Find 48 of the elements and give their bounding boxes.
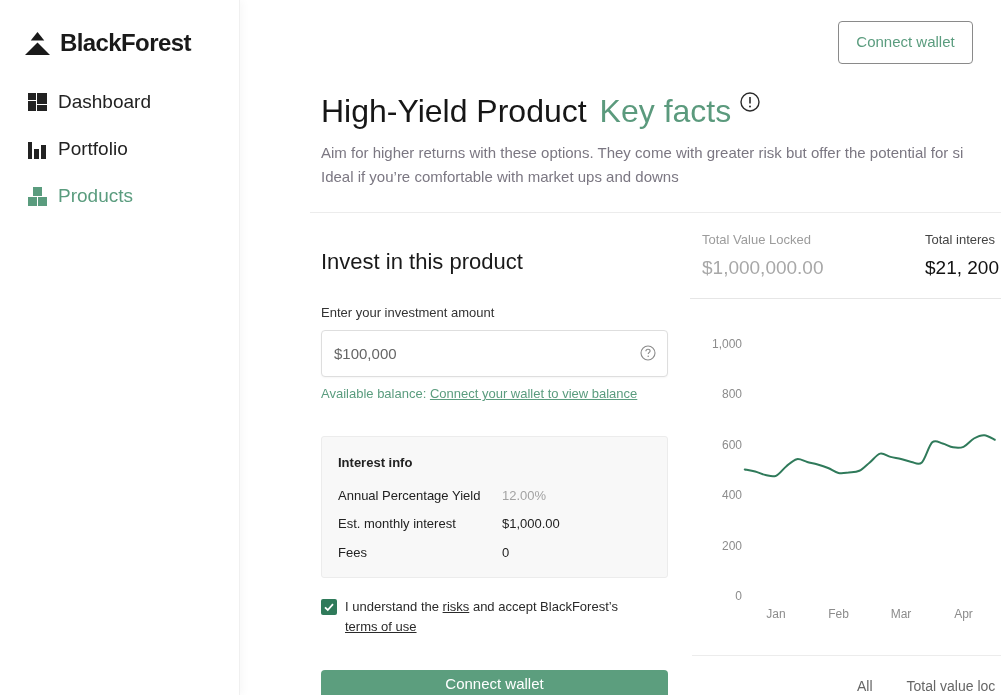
stat-value: $21, 200	[925, 256, 999, 280]
x-axis-label: Jan	[766, 607, 786, 621]
bar-chart-icon	[28, 140, 47, 159]
brand-name: BlackForest	[60, 30, 191, 56]
info-value: 0	[502, 543, 510, 562]
text-link[interactable]: risks	[442, 599, 470, 614]
sidebar-item[interactable]: Products	[25, 173, 133, 220]
description-text: Aim for higher returns with these options. They come with greater risk but offer the potential for si	[321, 143, 965, 163]
x-axis-label: Mar	[890, 607, 912, 621]
blocks-icon	[28, 187, 47, 206]
y-axis-label: 0	[735, 589, 742, 603]
agreement-text: I understand the risks and accept BlackForest’s terms of use	[345, 598, 619, 636]
chart-tab[interactable]: All	[857, 678, 873, 695]
panel-title: Interest info	[338, 454, 414, 472]
logo-icon	[25, 31, 50, 55]
stat-label: Total interes	[925, 232, 997, 248]
page-title: High-Yield Product	[321, 92, 587, 130]
balance-text: Available balance: Connect your wallet to view balance	[321, 386, 639, 402]
info-icon	[740, 92, 761, 112]
y-axis-label: 600	[721, 437, 742, 452]
y-axis-label: 1,000	[711, 337, 742, 351]
description-text: Ideal if you’re comfortable with market ups and downs	[321, 167, 680, 187]
x-axis-label: Feb	[828, 607, 849, 621]
x-axis-label: Apr	[954, 607, 973, 621]
sidebar-item[interactable]: Portfolio	[25, 126, 128, 173]
y-axis-label: 800	[721, 387, 742, 402]
y-axis-label: 400	[721, 488, 742, 503]
text-link[interactable]: terms of use	[345, 619, 417, 634]
checkbox[interactable]	[321, 599, 337, 615]
field-label: Enter your investment amount	[321, 305, 496, 321]
connect-wallet-button[interactable]: Connect wallet	[838, 21, 973, 64]
info-label: Est. monthly interest	[338, 515, 457, 533]
info-label: Fees	[338, 543, 368, 562]
grid-icon	[28, 93, 47, 112]
section-heading: Invest in this product	[321, 249, 524, 275]
title-accent: Key facts	[599, 92, 732, 130]
connect-wallet-button[interactable]: Connect wallet	[321, 670, 668, 695]
info-value: 12.00%	[502, 486, 547, 505]
info-label: Annual Percentage Yield	[338, 486, 482, 505]
stat-label: Total Value Locked	[702, 232, 812, 248]
amount-field[interactable]: $100,000	[321, 330, 668, 377]
chart-tab[interactable]: Total value loc	[906, 678, 996, 695]
info-value: $1,000.00	[502, 515, 560, 533]
stat-value: $1,000,000.00	[702, 256, 825, 280]
text-link[interactable]: Connect your wallet to view balance	[429, 386, 638, 401]
y-axis-label: 200	[721, 538, 742, 553]
help-icon	[640, 345, 656, 361]
sidebar-item[interactable]: Dashboard	[25, 79, 151, 126]
